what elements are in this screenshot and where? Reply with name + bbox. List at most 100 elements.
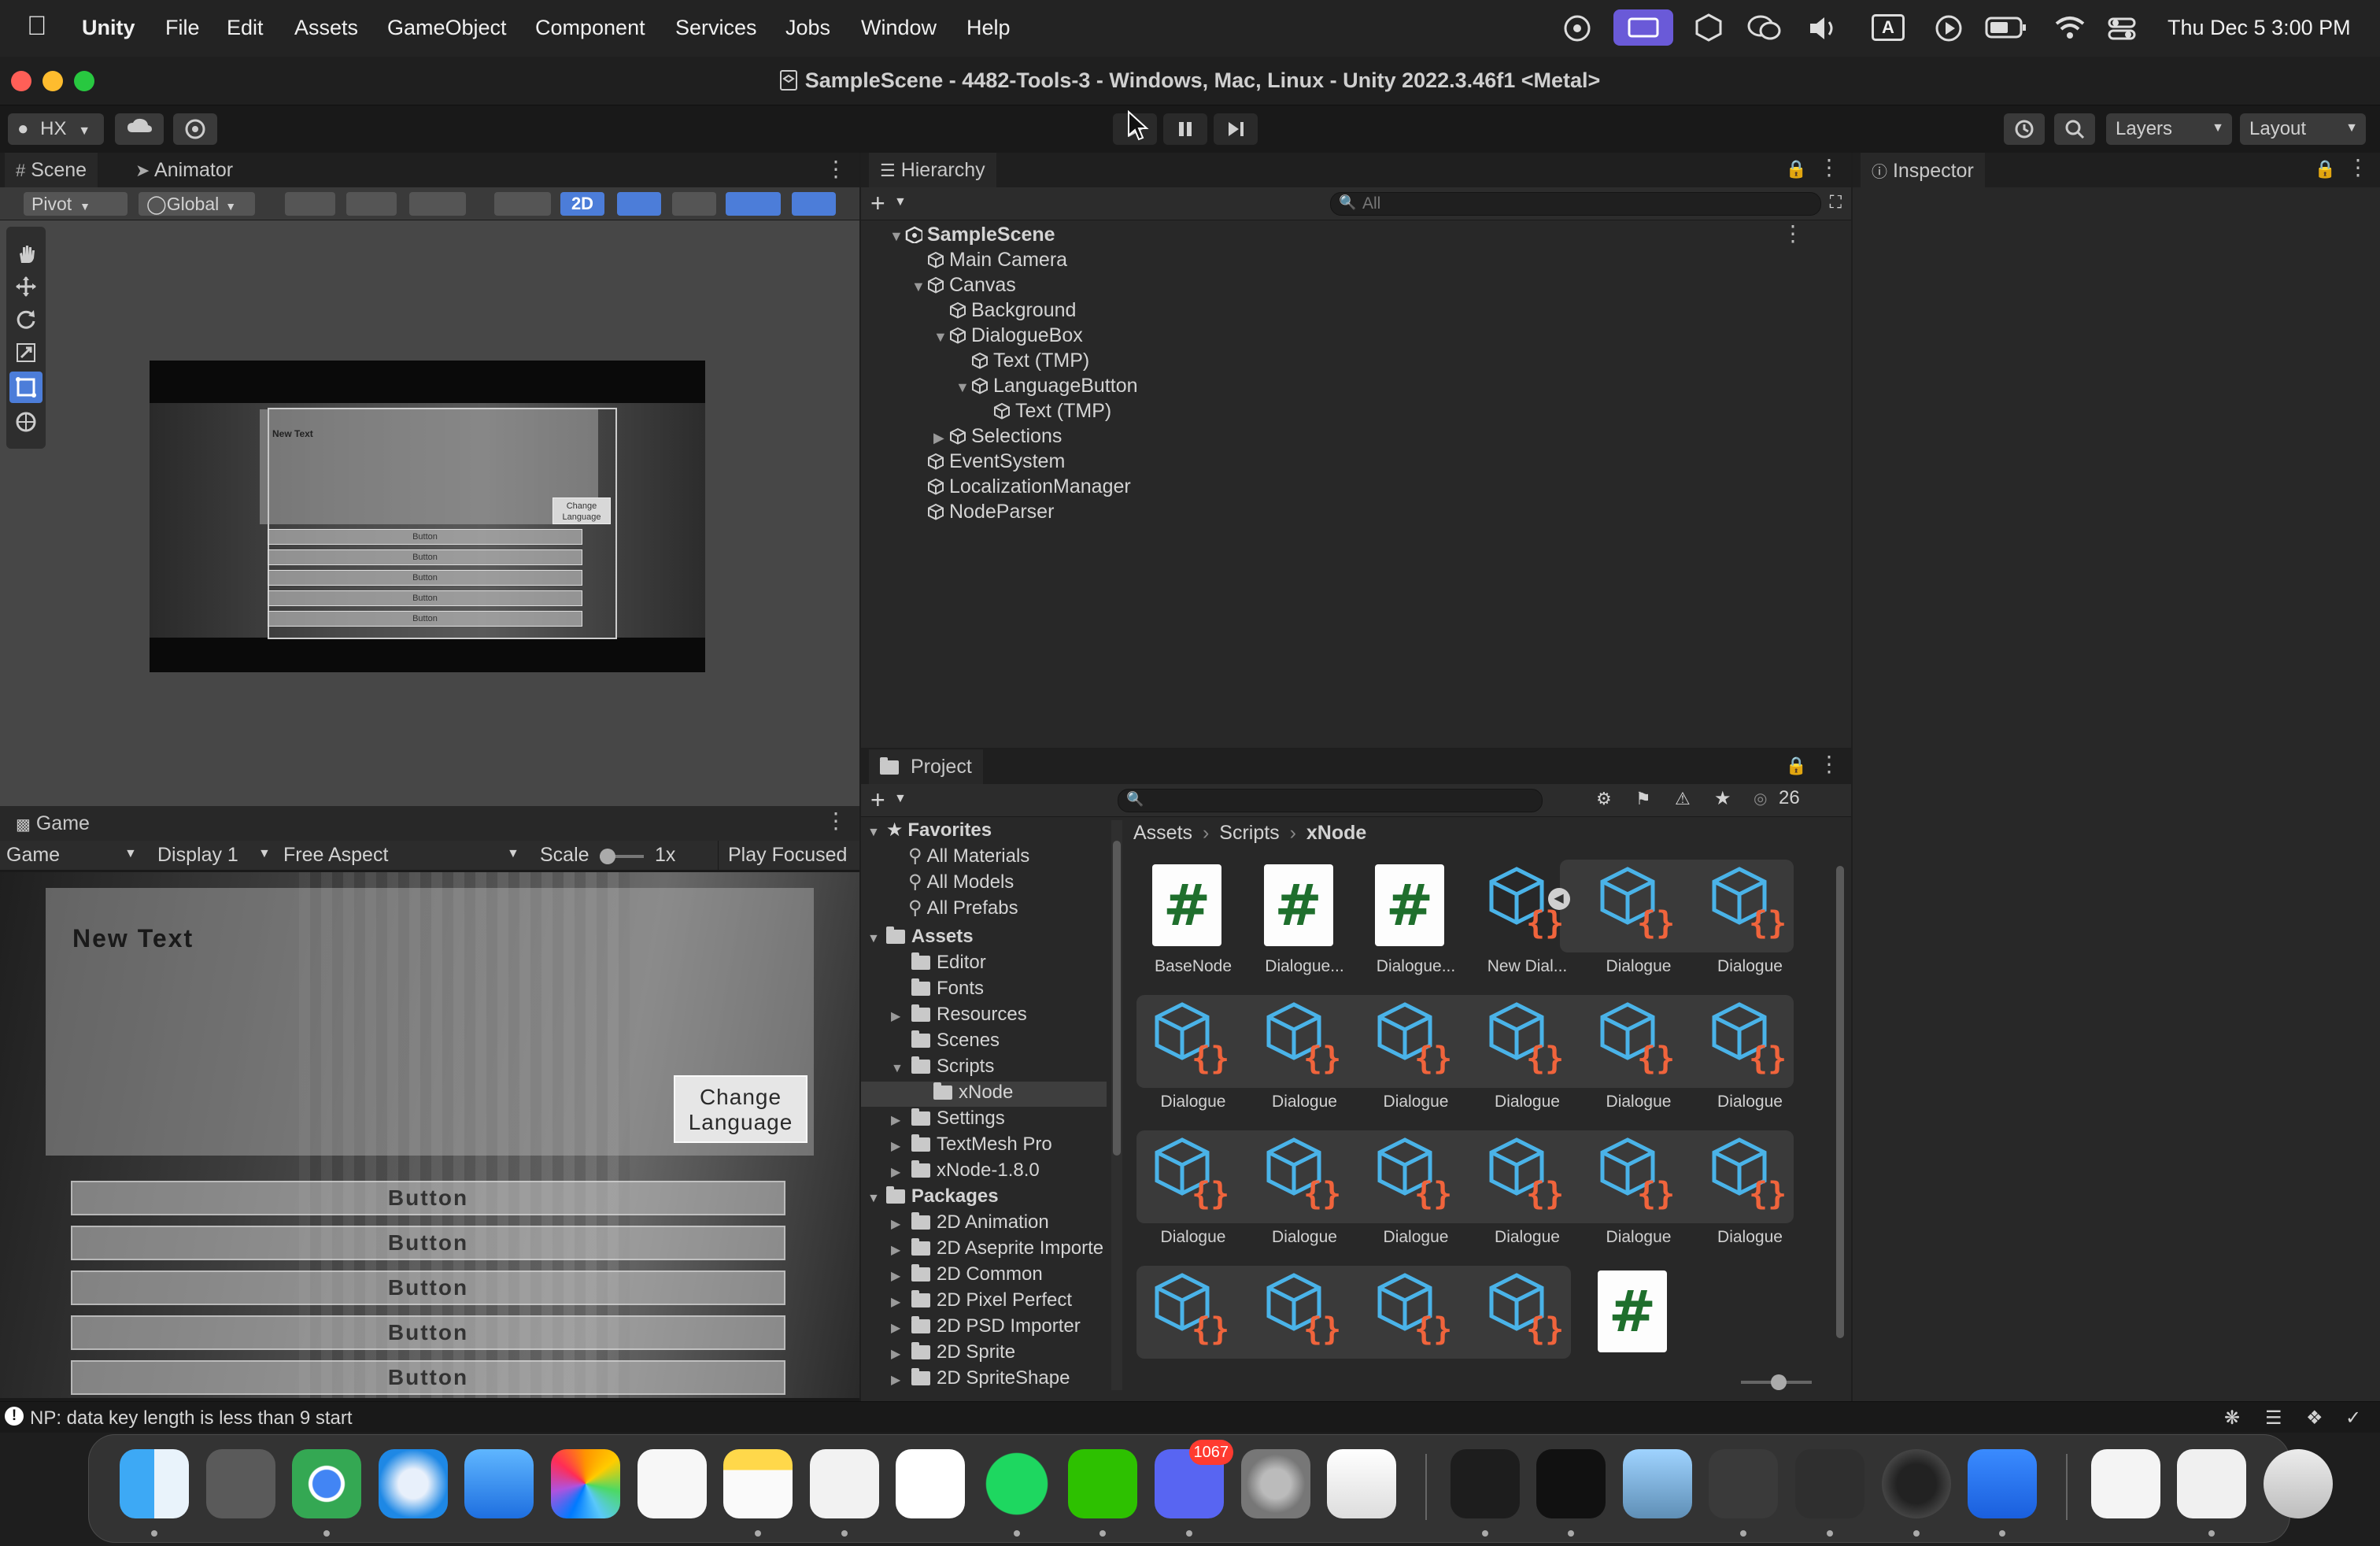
node-graph-asset[interactable]: {} bbox=[1361, 1267, 1471, 1401]
icon-size-slider-thumb[interactable] bbox=[1771, 1374, 1787, 1390]
notion-icon[interactable] bbox=[896, 1449, 965, 1518]
obs-icon[interactable] bbox=[1882, 1449, 1951, 1518]
node-graph-asset[interactable]: {} Dialogue bbox=[1138, 997, 1248, 1130]
inspector-more-icon[interactable]: ⋮ bbox=[2347, 154, 2369, 180]
scene-canvas-preview[interactable]: New Text Change Language Button Button But… bbox=[150, 361, 705, 672]
control-center-icon[interactable] bbox=[2106, 14, 2138, 43]
system-settings-icon[interactable] bbox=[1241, 1449, 1310, 1518]
status-message[interactable]: NP: data key length is less than 9 start bbox=[30, 1407, 353, 1429]
input-source-icon[interactable]: A bbox=[1872, 14, 1905, 41]
breadcrumb-assets[interactable]: Assets bbox=[1133, 822, 1192, 844]
collapsed-triangle-icon[interactable]: ▶ bbox=[891, 1346, 911, 1362]
project-more-icon[interactable]: ⋮ bbox=[1818, 751, 1840, 777]
node-graph-asset[interactable]: {} Dialogue bbox=[1361, 1132, 1471, 1266]
grid-snap-button[interactable] bbox=[285, 192, 335, 216]
activity-monitor-icon[interactable] bbox=[1451, 1449, 1520, 1518]
auto-generate-icon[interactable]: ❖ bbox=[2306, 1407, 2323, 1429]
node-graph-asset[interactable]: {} bbox=[1250, 1267, 1360, 1401]
folder-item[interactable]: ▶ 2D SpriteShape bbox=[861, 1367, 1107, 1393]
game-button-1[interactable]: Button bbox=[71, 1181, 785, 1215]
breadcrumb-xnode[interactable]: xNode bbox=[1306, 822, 1366, 844]
node-graph-asset[interactable]: {} bbox=[1473, 1267, 1583, 1401]
node-graph-asset[interactable]: {} Dialogue bbox=[1695, 861, 1805, 995]
apple-icon[interactable]:  bbox=[27, 11, 47, 42]
play-arrow-icon[interactable]: ◀ bbox=[1547, 888, 1570, 910]
breadcrumb-scripts[interactable]: Scripts bbox=[1219, 822, 1279, 844]
collapsed-triangle-icon[interactable]: ▶ bbox=[933, 430, 949, 446]
now-playing-icon[interactable] bbox=[1935, 14, 1963, 43]
expanded-triangle-icon[interactable]: ▼ bbox=[955, 379, 971, 396]
global-dropdown[interactable]: ◯Global ▼ bbox=[139, 192, 255, 216]
collapsed-triangle-icon[interactable]: ▶ bbox=[891, 1294, 911, 1310]
collab-button[interactable] bbox=[173, 113, 217, 145]
game-button-2[interactable]: Button bbox=[71, 1226, 785, 1260]
favorites-header[interactable]: ▼ ★ Favorites bbox=[867, 819, 1107, 844]
folder-item[interactable]: Editor bbox=[861, 952, 1107, 977]
hierarchy-row[interactable]: LocalizationManager bbox=[911, 475, 1840, 501]
menu-assets[interactable]: Assets bbox=[294, 16, 358, 40]
script-asset[interactable]: # BaseNode bbox=[1138, 861, 1248, 995]
zoom-icon[interactable] bbox=[1968, 1449, 2037, 1518]
script-asset[interactable]: # Dialogue... bbox=[1361, 861, 1471, 995]
step-button[interactable] bbox=[1214, 113, 1258, 145]
audio-toggle-button[interactable] bbox=[672, 192, 716, 216]
menu-help[interactable]: Help bbox=[966, 16, 1011, 40]
iphone-mirroring-icon[interactable] bbox=[1327, 1449, 1396, 1518]
wechat-icon[interactable] bbox=[1068, 1449, 1137, 1518]
expanded-triangle-icon[interactable]: ▼ bbox=[867, 1192, 880, 1205]
hierarchy-more-icon[interactable]: ⋮ bbox=[1818, 154, 1840, 180]
scale-tool-icon[interactable] bbox=[15, 342, 37, 364]
terminal-icon[interactable] bbox=[1536, 1449, 1606, 1518]
play-focused-dropdown[interactable]: Play Focused bbox=[718, 841, 852, 871]
tree-root-assets[interactable]: ▼ Assets bbox=[867, 926, 1107, 951]
unity-hub-icon[interactable] bbox=[1709, 1449, 1778, 1518]
hierarchy-row[interactable]: ▼ SampleScene ⋮ bbox=[889, 221, 1818, 249]
wechat-status-icon[interactable] bbox=[1747, 13, 1782, 43]
hierarchy-row[interactable]: EventSystem bbox=[911, 450, 1840, 475]
obs-status-icon[interactable] bbox=[1563, 14, 1591, 43]
collapsed-triangle-icon[interactable]: ▶ bbox=[891, 1216, 911, 1232]
node-graph-asset[interactable]: {} Dialogue bbox=[1250, 1132, 1360, 1266]
tab-inspector[interactable]: ⓘ Inspector bbox=[1861, 153, 1985, 187]
folder-item[interactable]: Scenes bbox=[861, 1030, 1107, 1055]
expanded-triangle-icon[interactable]: ▼ bbox=[867, 932, 880, 945]
bug-icon[interactable]: ❋ bbox=[2224, 1407, 2240, 1429]
scene-visibility-icon[interactable]: ⛶ bbox=[1830, 192, 1842, 213]
folder-item[interactable]: Fonts bbox=[861, 978, 1107, 1003]
wifi-icon[interactable] bbox=[2054, 14, 2086, 41]
transform-tool-icon[interactable] bbox=[15, 411, 37, 433]
chevron-down-icon[interactable]: ▼ bbox=[894, 792, 907, 806]
collapsed-triangle-icon[interactable]: ▶ bbox=[891, 1320, 911, 1336]
favorite-search-item[interactable]: ⚲ All Materials bbox=[908, 845, 1107, 870]
game-view[interactable]: New Text Change Language Button Button But… bbox=[0, 872, 859, 1398]
menu-file[interactable]: File bbox=[165, 16, 200, 40]
vscode-icon[interactable] bbox=[810, 1449, 879, 1518]
scale-slider[interactable] bbox=[600, 849, 644, 864]
scene-more-icon[interactable]: ⋮ bbox=[825, 156, 847, 182]
battery-icon[interactable] bbox=[1985, 16, 2027, 39]
spotify-icon[interactable] bbox=[982, 1449, 1051, 1518]
shading-mode-button[interactable] bbox=[494, 192, 551, 216]
game-mode-dropdown[interactable]: Game ▼ bbox=[6, 844, 140, 867]
collapsed-triangle-icon[interactable]: ▶ bbox=[891, 1008, 911, 1024]
menu-app-name[interactable]: Unity bbox=[82, 16, 135, 40]
node-graph-asset[interactable]: {} New Dial... ◀ bbox=[1473, 861, 1583, 995]
rect-tool-button[interactable] bbox=[9, 372, 42, 403]
finder-icon[interactable] bbox=[120, 1449, 189, 1518]
tree-scrollbar[interactable] bbox=[1111, 820, 1122, 1390]
trash-icon[interactable] bbox=[2264, 1449, 2333, 1518]
scale-slider-thumb[interactable] bbox=[600, 849, 615, 864]
unity-status-icon[interactable] bbox=[1694, 13, 1724, 43]
collapsed-triangle-icon[interactable]: ▶ bbox=[891, 1112, 911, 1128]
hierarchy-search-input[interactable]: 🔍 All bbox=[1330, 192, 1821, 216]
search-button[interactable] bbox=[2054, 113, 2095, 145]
hierarchy-row[interactable]: ▼ LanguageButton bbox=[955, 375, 1884, 400]
tab-animator[interactable]: ➤ Animator bbox=[124, 153, 244, 187]
game-button-5[interactable]: Button bbox=[71, 1360, 785, 1395]
folder-item[interactable]: ▶ 2D Sprite bbox=[861, 1341, 1107, 1367]
folder-item[interactable]: ▶ 2D Common bbox=[861, 1263, 1107, 1289]
game-button-4[interactable]: Button bbox=[71, 1315, 785, 1350]
aspect-dropdown[interactable]: Free Aspect ▼ bbox=[283, 844, 524, 867]
chevron-down-icon[interactable]: ▼ bbox=[894, 195, 907, 209]
menu-services[interactable]: Services bbox=[675, 16, 757, 40]
